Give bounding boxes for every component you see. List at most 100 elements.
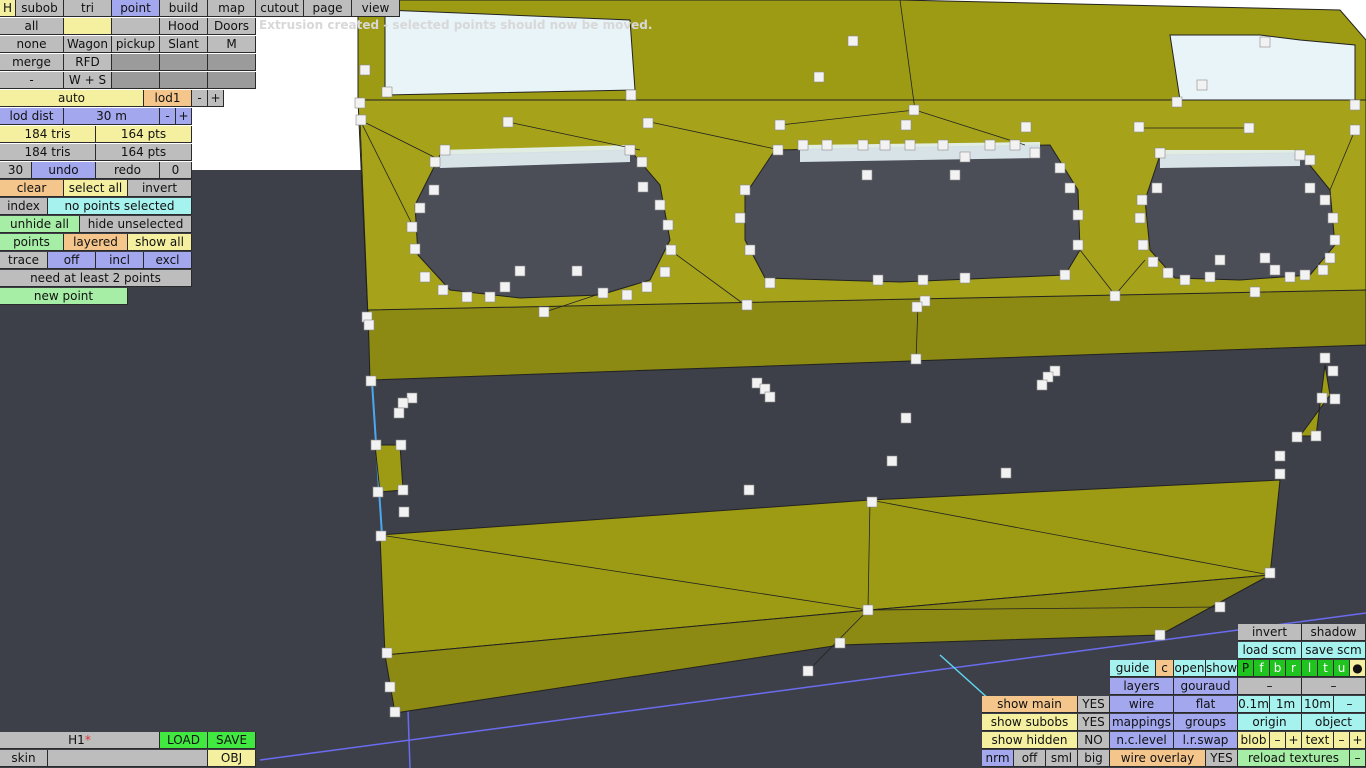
gouraud-button[interactable]: gouraud — [1174, 678, 1238, 695]
points-button[interactable]: points — [0, 234, 64, 251]
skin-field[interactable] — [48, 750, 208, 767]
blob-plus-button[interactable]: + — [1286, 732, 1302, 749]
layer-p-button[interactable]: P — [1238, 660, 1254, 677]
hide-unselected-button[interactable]: hide unselected — [80, 216, 192, 233]
redo-button[interactable]: redo — [96, 162, 160, 179]
text-size-button[interactable]: text — [1302, 732, 1334, 749]
blob-minus-button[interactable]: – — [1270, 732, 1286, 749]
slant-button[interactable]: Slant — [160, 36, 208, 53]
tab-page[interactable]: page — [304, 0, 352, 17]
grid-10m-button[interactable]: 10m — [1302, 696, 1334, 713]
skin-button[interactable]: skin — [0, 750, 48, 767]
undo-button[interactable]: undo — [32, 162, 96, 179]
load-button[interactable]: LOAD — [160, 732, 208, 749]
sml-button[interactable]: sml — [1046, 750, 1078, 767]
lod1-button[interactable]: lod1 — [144, 90, 192, 107]
show-guide-button[interactable]: show — [1206, 660, 1238, 677]
layer-b-button[interactable]: b — [1270, 660, 1286, 677]
text-minus-button[interactable]: – — [1334, 732, 1350, 749]
trace-excl-button[interactable]: excl — [144, 252, 192, 269]
obj-button[interactable]: OBJ — [208, 750, 256, 767]
trace-incl-button[interactable]: incl — [96, 252, 144, 269]
save-button[interactable]: SAVE — [208, 732, 256, 749]
tab-tri[interactable]: tri — [64, 0, 112, 17]
m-button[interactable]: M — [208, 36, 256, 53]
layers-button[interactable]: layers — [1110, 678, 1174, 695]
viewport-3d[interactable] — [0, 0, 1366, 768]
invert-view-button[interactable]: invert — [1238, 624, 1302, 641]
open-button[interactable]: open — [1174, 660, 1206, 677]
groups-button[interactable]: groups — [1174, 714, 1238, 731]
doors-button[interactable]: Doors — [208, 18, 256, 35]
show-main-value[interactable]: YES — [1078, 696, 1110, 713]
layer-r-button[interactable]: r — [1286, 660, 1302, 677]
tab-subob[interactable]: subob — [16, 0, 64, 17]
load-scm-button[interactable]: load scm — [1238, 642, 1302, 659]
h-button[interactable]: H — [0, 0, 16, 17]
select-all-points-button[interactable]: select all — [64, 180, 128, 197]
grid-minus-button[interactable]: – — [1334, 696, 1366, 713]
lod-dist-value[interactable]: 30 m — [64, 108, 160, 125]
dash-button[interactable]: - — [0, 72, 64, 89]
nrm-button[interactable]: nrm — [982, 750, 1014, 767]
clear-button[interactable]: clear — [0, 180, 64, 197]
show-subobs-button[interactable]: show subobs — [982, 714, 1078, 731]
new-point-button[interactable]: new point — [0, 288, 128, 305]
origin-button[interactable]: origin — [1238, 714, 1302, 731]
wire-overlay-value[interactable]: YES — [1206, 750, 1238, 767]
trace-button[interactable]: trace — [0, 252, 48, 269]
off-button[interactable]: off — [1014, 750, 1046, 767]
show-subobs-value[interactable]: YES — [1078, 714, 1110, 731]
dash-right-button[interactable]: – — [1302, 678, 1366, 695]
tab-cutout[interactable]: cutout — [256, 0, 304, 17]
layer-f-button[interactable]: f — [1254, 660, 1270, 677]
lod-plus-button[interactable]: + — [208, 90, 224, 107]
lr-swap-button[interactable]: l.r.swap — [1174, 732, 1238, 749]
flat-button[interactable]: flat — [1174, 696, 1238, 713]
file-name[interactable]: H1* — [0, 732, 160, 749]
mappings-button[interactable]: mappings — [1110, 714, 1174, 731]
layer-t-button[interactable]: t — [1318, 660, 1334, 677]
invert-selection-button[interactable]: invert — [128, 180, 192, 197]
index-button[interactable]: index — [0, 198, 48, 215]
layered-button[interactable]: layered — [64, 234, 128, 251]
wire-overlay-button[interactable]: wire overlay — [1110, 750, 1206, 767]
tab-map[interactable]: map — [208, 0, 256, 17]
name-field[interactable] — [64, 18, 112, 35]
save-scm-button[interactable]: save scm — [1302, 642, 1366, 659]
blob-button[interactable]: blob — [1238, 732, 1270, 749]
nc-level-button[interactable]: n.c.level — [1110, 732, 1174, 749]
lod-auto-button[interactable]: auto — [0, 90, 144, 107]
unhide-all-button[interactable]: unhide all — [0, 216, 80, 233]
tab-point[interactable]: point — [112, 0, 160, 17]
hood-button[interactable]: Hood — [160, 18, 208, 35]
lod-dist-plus-button[interactable]: + — [176, 108, 192, 125]
pickup-button[interactable]: pickup — [112, 36, 160, 53]
guide-button[interactable]: guide — [1110, 660, 1156, 677]
wire-button[interactable]: wire — [1110, 696, 1174, 713]
layer-l-button[interactable]: l — [1302, 660, 1318, 677]
rfd-button[interactable]: RFD — [64, 54, 112, 71]
layer-u-button[interactable]: u — [1334, 660, 1350, 677]
ws-button[interactable]: W + S — [64, 72, 112, 89]
c-button[interactable]: c — [1156, 660, 1174, 677]
object-button[interactable]: object — [1302, 714, 1366, 731]
none-button[interactable]: none — [0, 36, 64, 53]
big-button[interactable]: big — [1078, 750, 1110, 767]
empty-button[interactable] — [112, 18, 160, 35]
dot-toggle[interactable]: ● — [1350, 660, 1366, 677]
tab-view[interactable]: view — [352, 0, 400, 17]
text-plus-button[interactable]: + — [1350, 732, 1366, 749]
dash-left-button[interactable]: – — [1238, 678, 1302, 695]
trace-off-button[interactable]: off — [48, 252, 96, 269]
reload-textures-button[interactable]: reload textures — [1238, 750, 1350, 767]
show-hidden-value[interactable]: NO — [1078, 732, 1110, 749]
select-all-button[interactable]: all — [0, 18, 64, 35]
lod-dist-minus-button[interactable]: - — [160, 108, 176, 125]
show-hidden-button[interactable]: show hidden — [982, 732, 1078, 749]
merge-button[interactable]: merge — [0, 54, 64, 71]
reload-minus-button[interactable]: – — [1350, 750, 1366, 767]
tab-build[interactable]: build — [160, 0, 208, 17]
show-main-button[interactable]: show main — [982, 696, 1078, 713]
lod-minus-button[interactable]: - — [192, 90, 208, 107]
